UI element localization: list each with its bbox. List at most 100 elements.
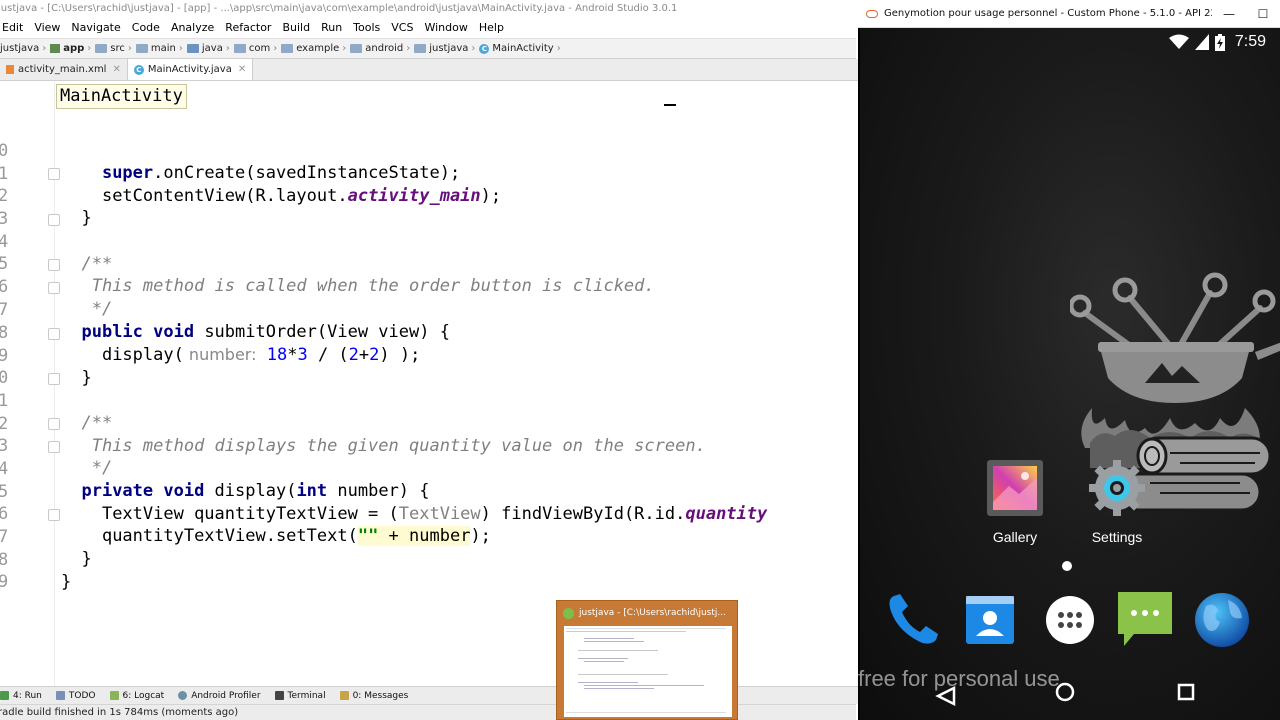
menu-tools[interactable]: Tools [349, 18, 384, 37]
tab-activity-main-xml[interactable]: activity_main.xml ✕ [0, 59, 128, 80]
folder-icon [135, 44, 148, 53]
menu-view[interactable]: View [30, 18, 64, 37]
package-icon [414, 44, 427, 53]
page-indicator-dot [1062, 561, 1072, 571]
chevron-right-icon: › [225, 43, 230, 54]
close-icon[interactable]: ✕ [238, 64, 246, 75]
tool-terminal[interactable]: Terminal [274, 690, 326, 701]
genymotion-window: Genymotion pour usage personnel - Custom… [858, 0, 1280, 720]
android-home-screen[interactable]: 7:59 Gallery Settings [860, 28, 1280, 720]
preview-line [584, 685, 704, 686]
code-line: 4 private void display(int number) { [0, 436, 858, 501]
code-line: 3 [0, 186, 858, 229]
menu-navigate[interactable]: Navigate [67, 18, 124, 37]
code-line: 7 } [0, 504, 858, 569]
menu-analyze[interactable]: Analyze [167, 18, 218, 37]
fold-marker[interactable] [48, 168, 60, 180]
menu-help[interactable]: Help [475, 18, 508, 37]
browser-icon[interactable] [1192, 590, 1252, 650]
breadcrumb-com[interactable]: com › [232, 43, 279, 54]
menu-code[interactable]: Code [128, 18, 164, 37]
breadcrumb-java[interactable]: java › [185, 43, 232, 54]
chevron-right-icon: › [87, 43, 92, 54]
phone-icon[interactable] [882, 590, 942, 650]
app-gallery[interactable]: Gallery [970, 458, 1060, 545]
tab-mainactivity-java[interactable]: C MainActivity.java ✕ [127, 59, 254, 80]
fold-marker[interactable] [48, 214, 60, 226]
clock: 7:59 [1234, 33, 1266, 50]
code-line: 1 /** [0, 368, 858, 433]
fold-marker[interactable] [48, 418, 60, 430]
tool-label: 4: Run [13, 690, 42, 701]
code-line: 8 display( number: 18*3 / (2+2) ); [0, 300, 858, 365]
code-line: 2 } [0, 163, 858, 228]
fold-marker[interactable] [48, 373, 60, 385]
preview-line [584, 661, 624, 662]
code-line: 0 [0, 345, 858, 388]
battery-charging-icon [1214, 33, 1225, 51]
logcat-icon [109, 691, 119, 700]
close-icon[interactable]: ✕ [112, 64, 120, 75]
breadcrumb-justjava[interactable]: justjava › [0, 43, 48, 54]
tool-logcat[interactable]: 6: Logcat [109, 691, 164, 701]
menu-edit[interactable]: Edit [0, 18, 27, 37]
fold-marker[interactable] [48, 509, 60, 521]
fold-marker[interactable] [48, 259, 60, 271]
code-line: 2 This method displays the given quantit… [0, 391, 858, 456]
tab-label: activity_main.xml [18, 64, 107, 75]
signal-icon [1194, 34, 1209, 50]
breadcrumb-label: MainActivity [492, 43, 554, 54]
taskbar-preview[interactable]: justjava - [C:\Users\rachid\justj... [556, 600, 738, 720]
editor-tabs: activity_main.xml ✕ C MainActivity.java … [0, 59, 858, 81]
menu-vcs[interactable]: VCS [387, 18, 417, 37]
app-settings[interactable]: Settings [1072, 458, 1162, 545]
tool-label: Terminal [287, 690, 326, 701]
minimize-button[interactable]: — [1212, 7, 1246, 21]
chevron-right-icon: › [273, 43, 278, 54]
tool-messages[interactable]: 0: Messages [339, 690, 409, 701]
breadcrumb-mainactivity[interactable]: C MainActivity › [477, 43, 562, 54]
fold-marker[interactable] [48, 441, 60, 453]
messaging-icon[interactable] [1114, 588, 1176, 650]
breadcrumb-label: main [150, 43, 176, 54]
code-token: } [61, 572, 72, 592]
breadcrumb-main[interactable]: main › [134, 43, 185, 54]
tool-run[interactable]: 4: Run [0, 691, 42, 701]
breadcrumb-justjava-package[interactable]: justjava › [412, 43, 477, 54]
menu-build[interactable]: Build [278, 18, 314, 37]
profiler-icon [178, 691, 188, 700]
breadcrumb-label: justjava [0, 43, 40, 54]
app-drawer-icon[interactable] [1040, 590, 1100, 650]
menu-refactor[interactable]: Refactor [221, 18, 275, 37]
preview-line [578, 682, 638, 683]
terminal-icon [274, 691, 284, 700]
code-line: 1 setContentView(R.layout.activity_main)… [0, 141, 858, 206]
fold-marker[interactable] [48, 328, 60, 340]
android-status-bar: 7:59 [860, 28, 1280, 56]
preview-line [566, 712, 726, 713]
chevron-right-icon: › [127, 43, 132, 54]
line-code: } [61, 571, 71, 593]
app-label: Settings [1091, 529, 1143, 545]
tool-label: 0: Messages [352, 690, 409, 701]
package-icon [281, 44, 294, 53]
maximize-button[interactable]: ☐ [1246, 7, 1280, 21]
tool-todo[interactable]: TODO [55, 691, 96, 701]
breadcrumb-android[interactable]: android › [348, 43, 412, 54]
app-label: Gallery [992, 529, 1038, 545]
messages-icon [339, 691, 349, 700]
breadcrumb-label: app [63, 43, 85, 54]
tool-android-profiler[interactable]: Android Profiler [178, 690, 261, 701]
code-editor[interactable]: 0 super.onCreate(savedInstanceState); 1 … [0, 82, 858, 686]
contacts-icon[interactable] [960, 590, 1020, 650]
breadcrumb-app[interactable]: app › [48, 43, 93, 54]
code-line: 7 public void submitOrder(View view) { [0, 277, 858, 342]
class-breadcrumb-popup[interactable]: MainActivity [56, 84, 187, 109]
menu-run[interactable]: Run [317, 18, 346, 37]
breadcrumb-example[interactable]: example › [279, 43, 348, 54]
fold-marker[interactable] [48, 282, 60, 294]
menu-window[interactable]: Window [420, 18, 471, 37]
tool-label: Android Profiler [191, 690, 261, 701]
breadcrumb-src[interactable]: src › [93, 43, 134, 54]
breadcrumb-label: src [110, 43, 125, 54]
